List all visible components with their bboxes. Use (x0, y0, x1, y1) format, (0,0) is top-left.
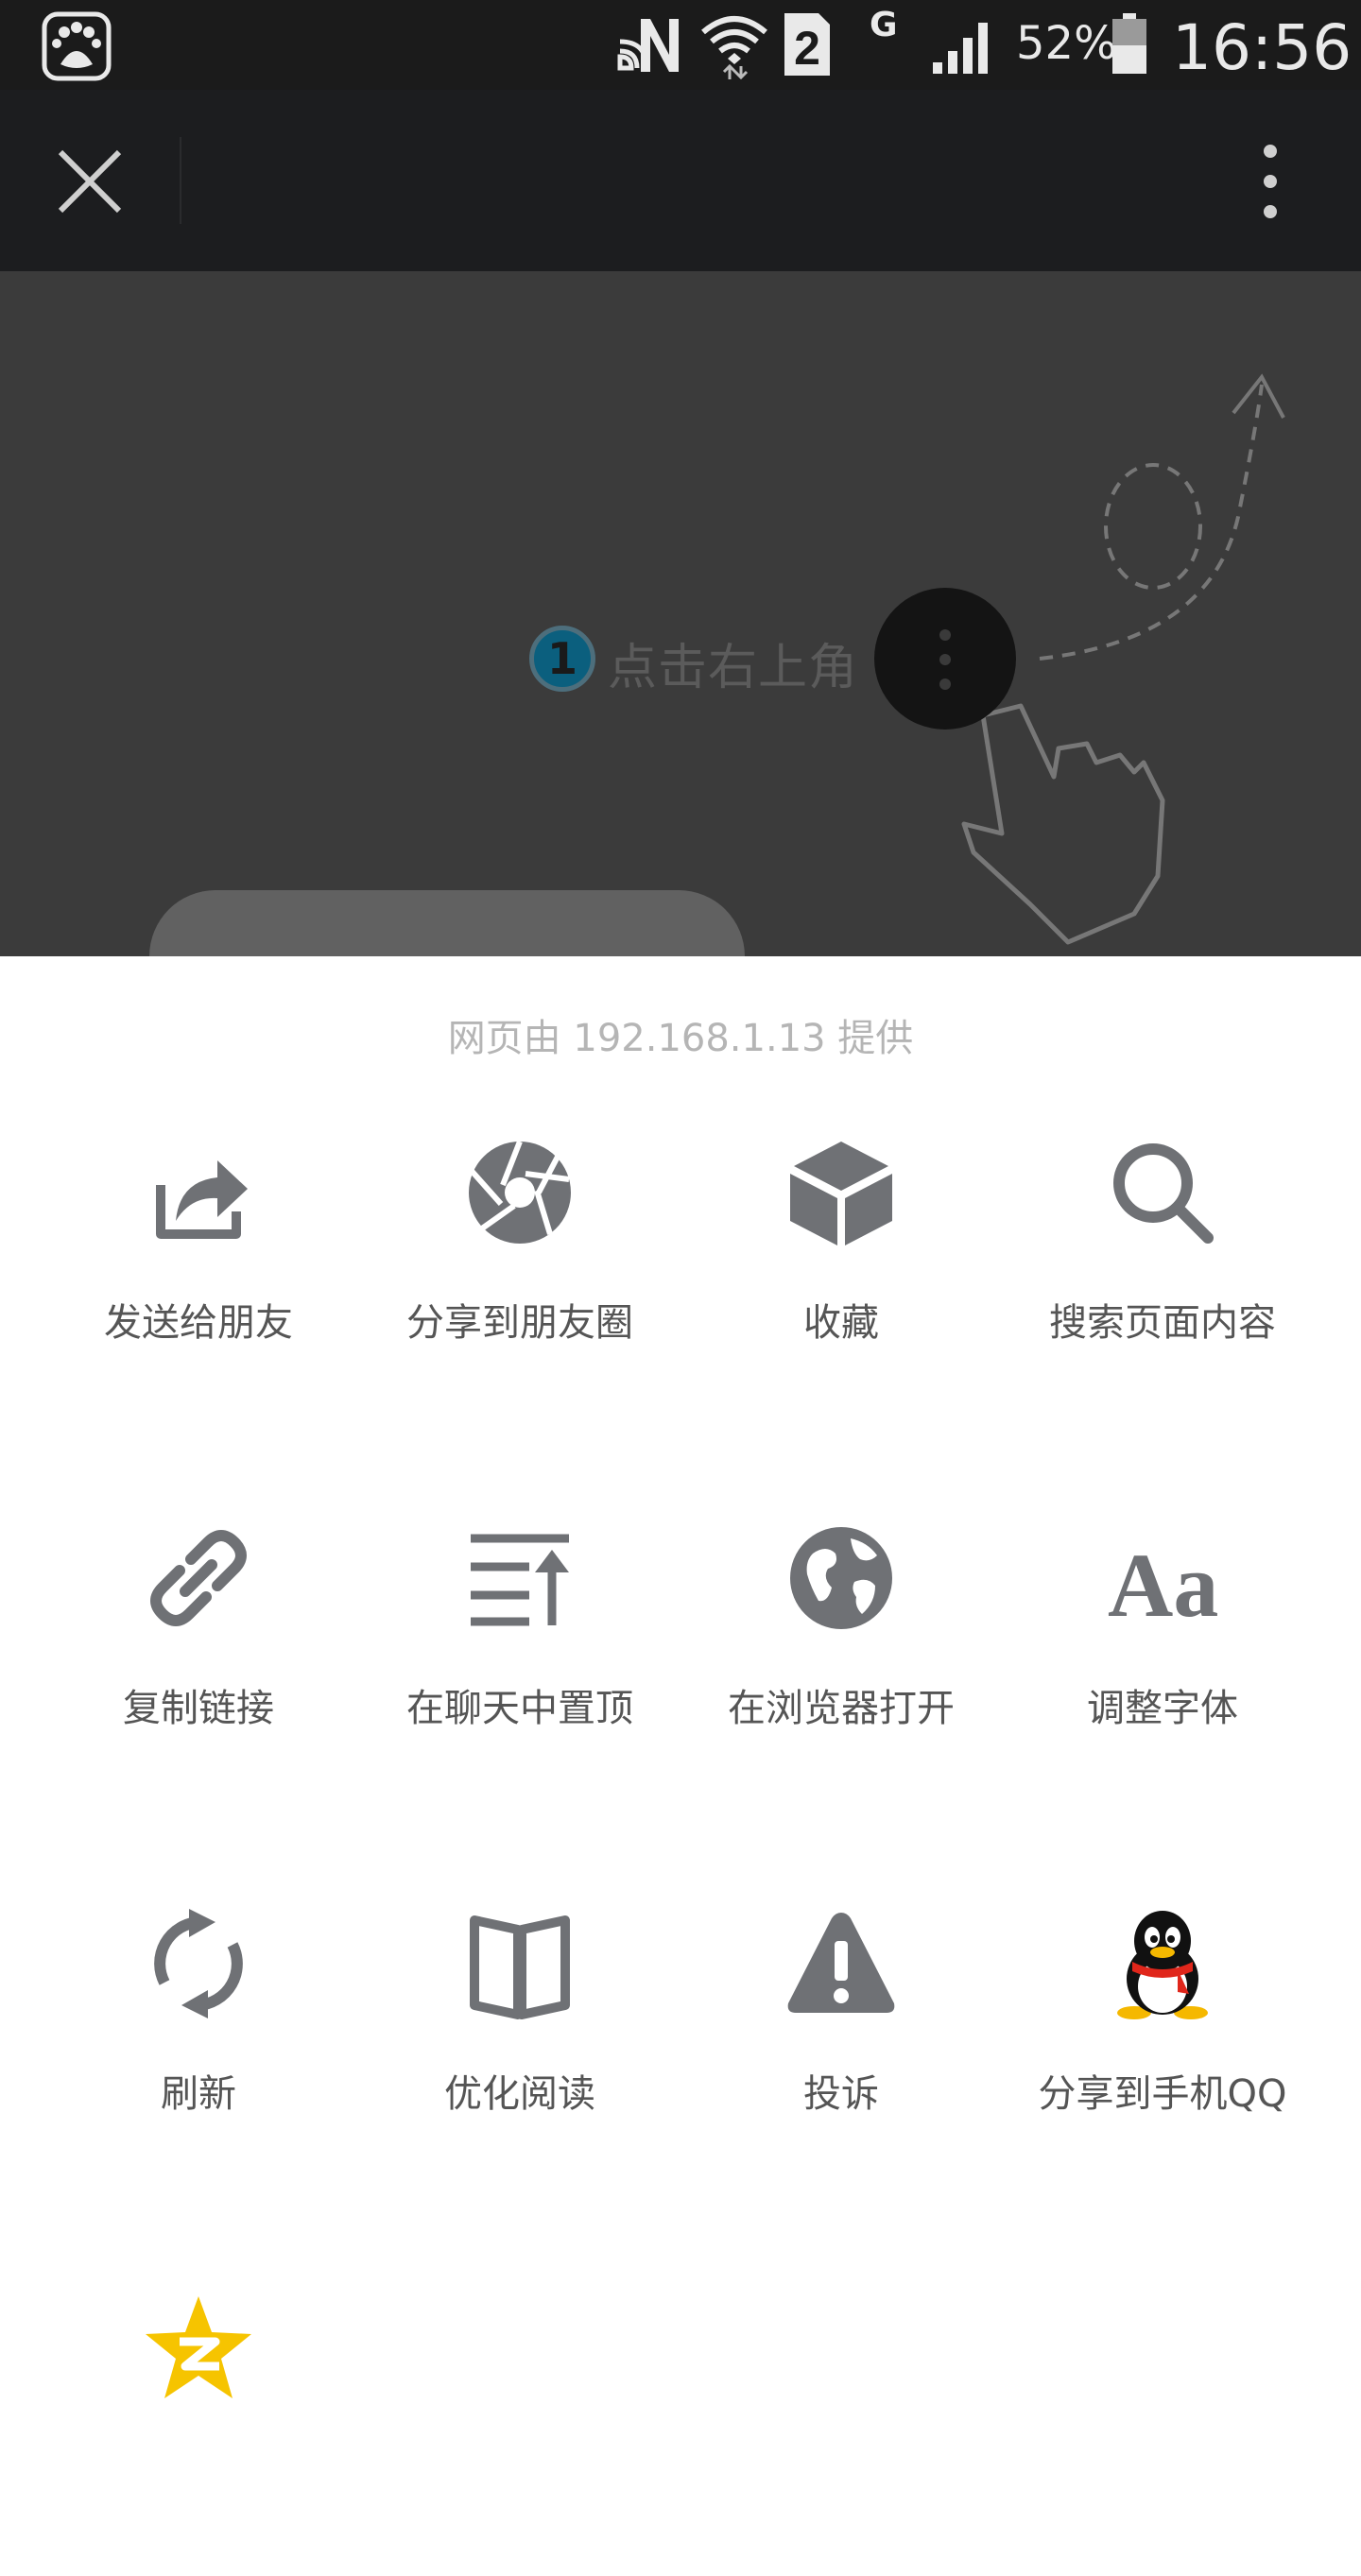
network-type-text: G (870, 6, 898, 44)
battery-icon (1112, 13, 1146, 74)
menu-favorite[interactable]: 收藏 (680, 1136, 1002, 1419)
font-size-icon: Aa (1108, 1535, 1218, 1635)
qq-penguin-icon (1117, 1911, 1208, 2019)
guide-arrow-art (961, 373, 1285, 945)
refresh-icon (154, 1909, 243, 2018)
guide-more-button-highlight (874, 588, 1016, 730)
menu-label: 收藏 (803, 1301, 879, 1345)
page-preview-card (149, 890, 745, 956)
menu-label: 投诉 (803, 2072, 879, 2116)
send-to-friend-icon (156, 1160, 248, 1239)
qzone-star-icon (146, 2296, 251, 2398)
menu-send-to-friend[interactable]: 发送给朋友 (38, 1136, 359, 1419)
cube-favorite-icon (790, 1142, 892, 1245)
close-icon[interactable] (55, 146, 125, 216)
menu-label: 搜索页面内容 (1049, 1301, 1276, 1345)
nfc-icon (617, 19, 679, 72)
book-open-icon (470, 1915, 570, 2019)
link-icon (150, 1530, 247, 1626)
menu-label: 刷新 (161, 2072, 236, 2116)
globe-icon (790, 1527, 892, 1629)
guide-step-badge: 1 (529, 626, 595, 692)
signal-icon (933, 23, 988, 74)
browser-toolbar (0, 90, 1361, 271)
pin-to-top-icon (471, 1534, 569, 1626)
guide-step-text: 点击右上角 (608, 640, 859, 696)
moments-shutter-icon (468, 1140, 571, 1244)
toolbar-divider (180, 137, 181, 224)
status-bar: 2 G 52% 16:56 (0, 0, 1361, 90)
battery-percent: 52% (1016, 17, 1117, 70)
more-vertical-icon[interactable] (1249, 142, 1291, 221)
svg-text:Aa: Aa (1108, 1535, 1218, 1635)
sim-2-icon: 2 (784, 13, 830, 76)
search-icon (1113, 1143, 1214, 1244)
action-sheet: 网页由 192.168.1.13 提供 发送给朋友 分享到朋友圈 收藏 搜索页面… (0, 956, 1361, 2419)
sim-slot-text: 2 (794, 22, 820, 75)
menu-label: 调整字体 (1087, 1687, 1238, 1730)
menu-open-in-browser[interactable]: 在浏览器打开 (680, 1521, 1002, 1805)
menu-share-qq[interactable]: 分享到手机QQ (1002, 1907, 1323, 2190)
wifi-icon (701, 16, 767, 79)
menu-label: 优化阅读 (444, 2072, 595, 2116)
menu-label: 在浏览器打开 (728, 1687, 955, 1730)
menu-copy-link[interactable]: 复制链接 (38, 1521, 359, 1805)
menu-adjust-font[interactable]: Aa 调整字体 (1002, 1521, 1323, 1805)
dimmed-page-overlay[interactable]: 1 点击右上角 (0, 271, 1361, 956)
menu-optimize-reading[interactable]: 优化阅读 (359, 1907, 680, 2190)
clock: 16:56 (1172, 11, 1352, 84)
menu-label: 分享到朋友圈 (406, 1301, 633, 1345)
menu-label: 在聊天中置顶 (406, 1687, 633, 1730)
baidu-paw-icon (42, 11, 112, 81)
menu-label: 复制链接 (123, 1687, 274, 1730)
menu-search-page[interactable]: 搜索页面内容 (1002, 1136, 1323, 1419)
menu-report[interactable]: 投诉 (680, 1907, 1002, 2190)
provider-text: 网页由 192.168.1.13 提供 (447, 1017, 914, 1060)
menu-label: 分享到手机QQ (1038, 2072, 1287, 2116)
menu-share-moments[interactable]: 分享到朋友圈 (359, 1136, 680, 1419)
menu-pin-in-chat[interactable]: 在聊天中置顶 (359, 1521, 680, 1805)
menu-label: 发送给朋友 (104, 1301, 293, 1345)
warning-icon (787, 1913, 895, 2013)
menu-refresh[interactable]: 刷新 (38, 1907, 359, 2190)
menu-share-qzone[interactable] (38, 2293, 359, 2576)
